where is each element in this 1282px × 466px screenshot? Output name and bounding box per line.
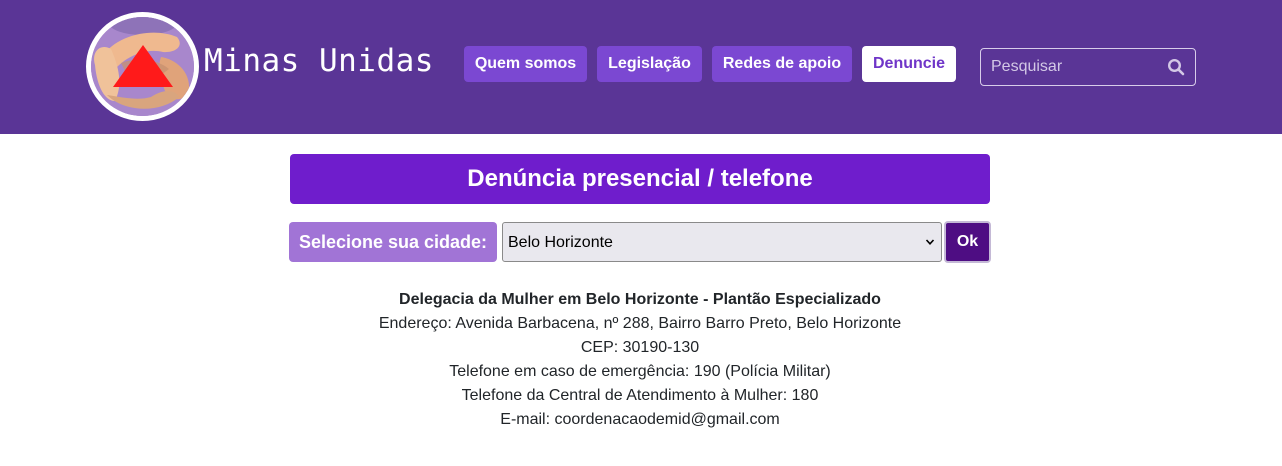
- city-select-label: Selecione sua cidade:: [289, 222, 497, 262]
- info-email: E-mail: coordenacaodemid@gmail.com: [500, 411, 780, 428]
- nav-redes-de-apoio-button[interactable]: Redes de apoio: [712, 46, 852, 82]
- ok-button[interactable]: Ok: [944, 221, 991, 263]
- info-central-phone: Telefone da Central de Atendimento à Mul…: [461, 387, 819, 404]
- search-box: [980, 48, 1196, 86]
- logo[interactable]: [86, 12, 199, 121]
- nav-quem-somos-button[interactable]: Quem somos: [464, 46, 587, 82]
- info-emergency-phone: Telefone em caso de emergência: 190 (Pol…: [449, 363, 831, 380]
- delegacia-info: Delegacia da Mulher em Belo Horizonte - …: [290, 288, 990, 432]
- nav-denuncie-button[interactable]: Denuncie: [862, 46, 956, 82]
- info-cep: CEP: 30190-130: [580, 339, 700, 356]
- info-address: Endereço: Avenida Barbacena, nº 288, Bai…: [378, 315, 902, 332]
- brand-title[interactable]: Minas Unidas: [204, 43, 434, 79]
- page-title: Denúncia presencial / telefone: [290, 154, 990, 204]
- search-icon[interactable]: [1167, 58, 1185, 76]
- search-input[interactable]: [981, 49, 1161, 85]
- city-select-wrapper: Belo Horizonte: [502, 222, 942, 262]
- logo-hands-triangle-icon: [91, 17, 194, 116]
- nav-legislacao-button[interactable]: Legislação: [597, 46, 702, 82]
- info-title: Delegacia da Mulher em Belo Horizonte - …: [399, 291, 881, 308]
- navbar: Minas Unidas Quem somos Legislação Redes…: [0, 0, 1282, 134]
- city-select[interactable]: Belo Horizonte: [503, 223, 941, 261]
